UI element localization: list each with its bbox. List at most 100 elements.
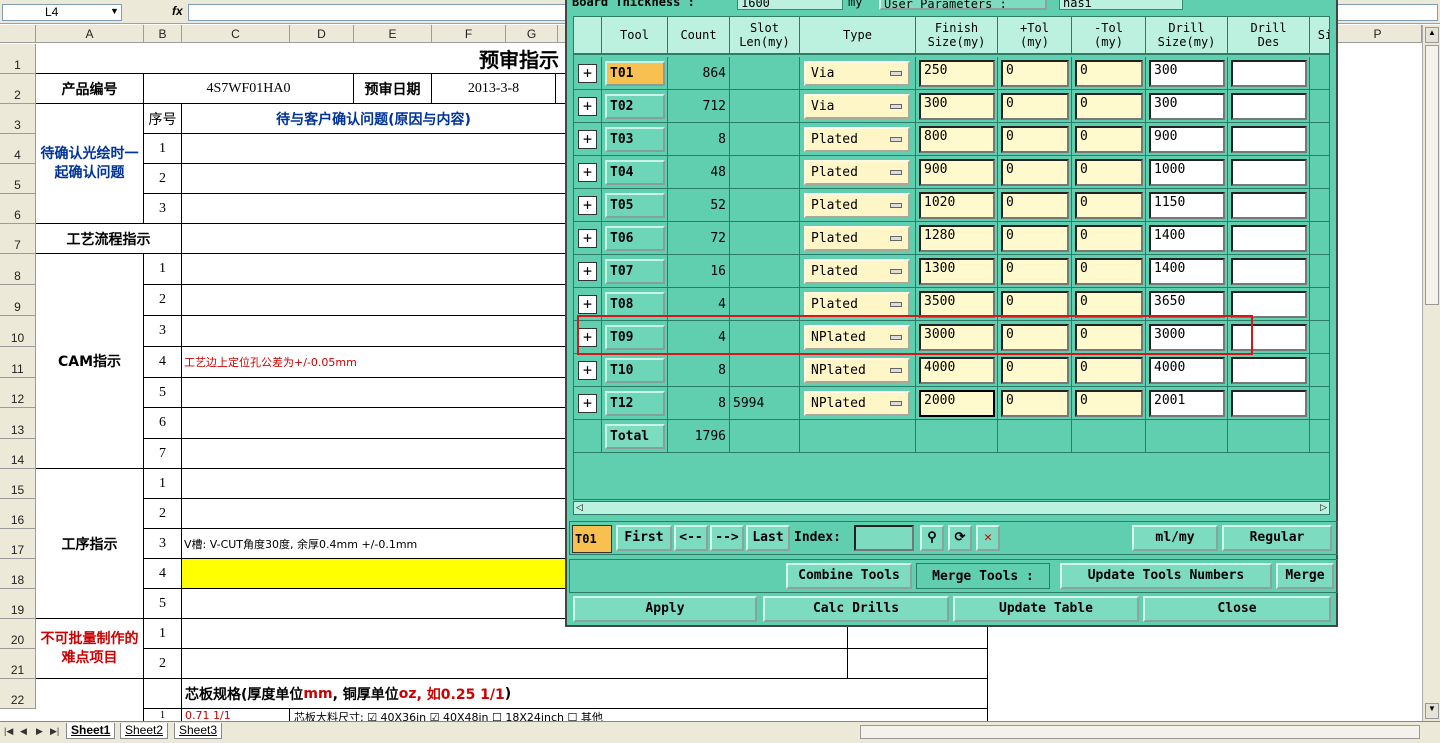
row-header[interactable]: 20 — [0, 619, 36, 649]
cell[interactable] — [182, 194, 566, 224]
prev-sheet-icon[interactable]: ◀ — [20, 726, 27, 737]
expand-icon[interactable]: + — [578, 163, 597, 182]
tool-button[interactable]: T06 — [605, 226, 665, 251]
tool-button[interactable]: T02 — [605, 94, 665, 119]
seq-cell[interactable]: 2 — [144, 285, 182, 316]
drill-size-input[interactable]: 900 — [1149, 126, 1225, 153]
tool-button[interactable]: T03 — [605, 127, 665, 152]
drill-des-input[interactable] — [1231, 225, 1307, 252]
expand-icon[interactable]: + — [578, 229, 597, 248]
plus-tol-input[interactable]: 0 — [1001, 126, 1069, 153]
column-header-b[interactable]: B — [144, 25, 182, 43]
process-flow-label[interactable]: 工艺流程指示 — [36, 224, 182, 254]
units-dropdown[interactable]: ml/my — [1132, 525, 1218, 551]
finish-size-input[interactable]: 2000 — [919, 390, 995, 417]
cell[interactable] — [848, 649, 988, 679]
last-sheet-icon[interactable]: ▶| — [50, 726, 59, 737]
tool-button[interactable]: T04 — [605, 160, 665, 185]
finish-size-input[interactable]: 800 — [919, 126, 995, 153]
seq-cell[interactable]: 1 — [144, 619, 182, 649]
row-header[interactable]: 6 — [0, 194, 36, 224]
seq-cell[interactable]: 4 — [144, 559, 182, 589]
row-header[interactable]: 1 — [0, 44, 36, 74]
row-header[interactable]: 19 — [0, 589, 36, 619]
row-header[interactable]: 14 — [0, 439, 36, 469]
plus-tol-input[interactable]: 0 — [1001, 357, 1069, 384]
drill-size-input[interactable]: 1400 — [1149, 258, 1225, 285]
scroll-thumb[interactable] — [1425, 45, 1439, 305]
row-header[interactable]: 8 — [0, 254, 36, 285]
index-input[interactable] — [854, 525, 914, 551]
tool-button[interactable]: T10 — [605, 358, 665, 383]
plus-tol-input[interactable]: 0 — [1001, 390, 1069, 417]
finish-size-input[interactable]: 1300 — [919, 258, 995, 285]
column-header-d[interactable]: D — [290, 25, 354, 43]
first-sheet-icon[interactable]: |◀ — [4, 726, 13, 737]
finish-size-input[interactable]: 4000 — [919, 357, 995, 384]
tool-button[interactable]: T12 — [605, 391, 665, 416]
update-tools-numbers-dropdown[interactable]: Update Tools Numbers — [1060, 563, 1272, 589]
seq-cell[interactable]: 2 — [144, 499, 182, 529]
drill-size-input[interactable]: 4000 — [1149, 357, 1225, 384]
minus-tol-input[interactable]: 0 — [1075, 60, 1143, 87]
column-header-g[interactable]: G — [506, 25, 558, 43]
cell[interactable] — [182, 408, 566, 439]
row-header[interactable]: 11 — [0, 347, 36, 378]
drill-des-input[interactable] — [1231, 159, 1307, 186]
tab-sheet2[interactable]: Sheet2 — [120, 723, 169, 739]
expand-icon[interactable]: + — [578, 361, 597, 380]
type-dropdown[interactable]: Plated — [804, 259, 910, 284]
cell[interactable] — [182, 499, 566, 529]
finish-size-input[interactable]: 1280 — [919, 225, 995, 252]
expand-icon[interactable]: + — [578, 262, 597, 281]
row-header[interactable]: 15 — [0, 469, 36, 499]
drill-des-input[interactable] — [1231, 126, 1307, 153]
next-sheet-icon[interactable]: ▶ — [36, 726, 43, 737]
type-dropdown[interactable]: NPlated — [804, 391, 910, 416]
tab-sheet1[interactable]: Sheet1 — [66, 723, 116, 739]
row-header[interactable]: 2 — [0, 74, 36, 104]
row-header[interactable]: 13 — [0, 408, 36, 439]
row-header[interactable]: 16 — [0, 499, 36, 529]
cell[interactable] — [182, 649, 848, 679]
column-header-p[interactable]: P — [1334, 25, 1422, 43]
expand-icon[interactable]: + — [578, 64, 597, 83]
row-header[interactable]: 12 — [0, 378, 36, 408]
difficult-items-label[interactable]: 不可批量制作的难点项目 — [36, 619, 144, 679]
first-button[interactable]: First — [616, 525, 672, 551]
seq-cell[interactable]: 5 — [144, 589, 182, 619]
tool-button[interactable]: T07 — [605, 259, 665, 284]
select-all-corner[interactable] — [0, 25, 36, 43]
process-note[interactable]: V槽: V-CUT角度30度, 余厚0.4mm +/-0.1mm — [182, 529, 566, 559]
drill-size-input[interactable]: 1150 — [1149, 192, 1225, 219]
core-spec-header[interactable]: 芯板规格(厚度单位 mm, 铜厚单位 oz, 如0.25 1/1) — [182, 679, 988, 709]
row-header[interactable]: 18 — [0, 559, 36, 589]
row-header[interactable]: 10 — [0, 316, 36, 347]
expand-icon[interactable]: + — [578, 196, 597, 215]
cell[interactable] — [182, 164, 566, 194]
board-thickness-input[interactable]: 1600 — [737, 0, 843, 10]
row-header[interactable]: 9 — [0, 285, 36, 316]
minus-tol-input[interactable]: 0 — [1075, 93, 1143, 120]
review-date-label[interactable]: 预审日期 — [354, 74, 432, 104]
minus-tol-input[interactable]: 0 — [1075, 225, 1143, 252]
scroll-up-icon[interactable]: ▲ — [1425, 27, 1439, 43]
row-header[interactable]: 3 — [0, 104, 36, 134]
merge-button[interactable]: Merge — [1276, 563, 1334, 589]
seq-cell[interactable]: 1 — [144, 469, 182, 499]
seq-cell[interactable]: 2 — [144, 649, 182, 679]
product-number-label[interactable]: 产品编号 — [36, 74, 144, 104]
seq-cell[interactable]: 3 — [144, 529, 182, 559]
user-parameters-input[interactable]: nasi — [1059, 0, 1183, 10]
refresh-icon[interactable]: ⟳ — [948, 525, 972, 551]
plus-tol-input[interactable]: 0 — [1001, 159, 1069, 186]
search-icon[interactable]: ⚲ — [920, 525, 944, 551]
expand-icon[interactable]: + — [578, 130, 597, 149]
column-header-f[interactable]: F — [432, 25, 506, 43]
calc-drills-button[interactable]: Calc Drills — [763, 596, 949, 622]
row-header[interactable]: 4 — [0, 134, 36, 164]
expand-icon[interactable]: + — [578, 97, 597, 116]
drill-des-input[interactable] — [1231, 291, 1307, 318]
cell[interactable] — [182, 378, 566, 408]
drill-size-input[interactable]: 300 — [1149, 60, 1225, 87]
